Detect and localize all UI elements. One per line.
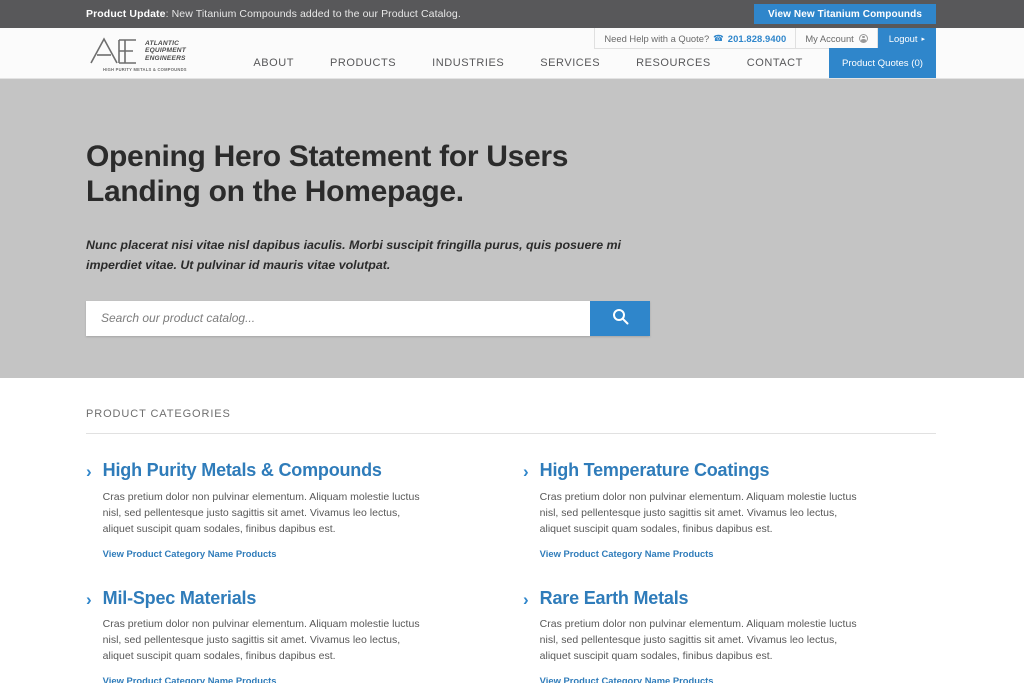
category-card[interactable]: › Mil-Spec Materials Cras pretium dolor … <box>86 588 499 683</box>
search-icon <box>612 308 629 328</box>
product-categories-section: PRODUCT CATEGORIES › High Purity Metals … <box>0 378 1024 683</box>
nav-item-resources[interactable]: RESOURCES <box>618 48 729 78</box>
category-body: Rare Earth Metals Cras pretium dolor non… <box>540 588 936 683</box>
logo-wordmark: ATLANTIC EQUIPMENT ENGINEERS <box>145 40 186 61</box>
category-view-products-link[interactable]: View Product Category Name Products <box>540 675 714 683</box>
logo-line-2: EQUIPMENT <box>145 47 186 55</box>
aee-monogram-icon <box>88 36 140 66</box>
category-description: Cras pretium dolor non pulvinar elementu… <box>539 490 857 535</box>
main-navigation: ABOUT PRODUCTS INDUSTRIES SERVICES RESOU… <box>235 48 936 78</box>
category-title[interactable]: High Temperature Coatings <box>540 460 936 481</box>
category-title[interactable]: Mil-Spec Materials <box>103 588 499 609</box>
my-account-link[interactable]: My Account <box>796 28 878 49</box>
product-search-form <box>86 300 650 336</box>
caret-right-icon: ▸ <box>921 35 925 43</box>
view-new-titanium-compounds-button[interactable]: View New Titanium Compounds <box>753 4 936 24</box>
announcement-label: Product Update <box>86 8 166 20</box>
category-card[interactable]: › High Purity Metals & Compounds Cras pr… <box>86 460 499 562</box>
category-body: High Purity Metals & Compounds Cras pret… <box>103 460 499 562</box>
logout-label: Logout <box>888 33 918 44</box>
search-button[interactable] <box>590 300 650 336</box>
hero-section: Opening Hero Statement for Users Landing… <box>0 79 1024 378</box>
chevron-right-icon: › <box>523 589 529 609</box>
category-view-products-link[interactable]: View Product Category Name Products <box>540 548 714 559</box>
nav-item-industries[interactable]: INDUSTRIES <box>414 48 522 78</box>
my-account-label: My Account <box>805 32 854 44</box>
announcement-text: Product Update: New Titanium Compounds a… <box>86 8 461 20</box>
search-input[interactable] <box>86 300 590 336</box>
nav-item-about[interactable]: ABOUT <box>235 48 312 78</box>
site-logo[interactable]: ATLANTIC EQUIPMENT ENGINEERS HIGH PURITY… <box>88 36 187 72</box>
category-title[interactable]: High Purity Metals & Compounds <box>103 460 499 481</box>
nav-item-services[interactable]: SERVICES <box>522 48 618 78</box>
category-view-products-link[interactable]: View Product Category Name Products <box>103 548 277 559</box>
hero-heading: Opening Hero Statement for Users Landing… <box>86 140 569 209</box>
category-view-products-link[interactable]: View Product Category Name Products <box>103 675 277 683</box>
category-body: High Temperature Coatings Cras pretium d… <box>540 460 936 562</box>
product-categories-grid: › High Purity Metals & Compounds Cras pr… <box>86 434 936 683</box>
category-card[interactable]: › High Temperature Coatings Cras pretium… <box>523 460 936 562</box>
category-body: Mil-Spec Materials Cras pretium dolor no… <box>103 588 499 683</box>
category-description: Cras pretium dolor non pulvinar elementu… <box>539 618 857 663</box>
logo-line-3: ENGINEERS <box>145 54 186 62</box>
logo-tagline: HIGH PURITY METALS & COMPOUNDS <box>103 67 187 72</box>
nav-item-contact[interactable]: CONTACT <box>729 48 821 78</box>
chevron-right-icon: › <box>86 589 92 609</box>
announcement-message: : New Titanium Compounds added to the ou… <box>165 8 461 20</box>
category-title[interactable]: Rare Earth Metals <box>540 588 936 609</box>
category-description: Cras pretium dolor non pulvinar elementu… <box>102 490 420 535</box>
product-categories-heading: PRODUCT CATEGORIES <box>86 408 936 434</box>
chevron-right-icon: › <box>86 462 92 481</box>
logo-line-1: ATLANTIC <box>145 40 180 48</box>
phone-number[interactable]: 201.828.9400 <box>728 33 787 44</box>
quote-help-link[interactable]: Need Help with a Quote? ☎ 201.828.9400 <box>594 28 797 49</box>
category-card[interactable]: › Rare Earth Metals Cras pretium dolor n… <box>523 588 936 683</box>
announcement-bar: Product Update: New Titanium Compounds a… <box>0 0 1024 28</box>
nav-item-products[interactable]: PRODUCTS <box>312 48 414 78</box>
category-description: Cras pretium dolor non pulvinar elementu… <box>102 618 420 663</box>
quote-help-label: Need Help with a Quote? <box>604 32 710 44</box>
logout-button[interactable]: Logout ▸ <box>877 28 936 49</box>
hero-subheading: Nunc placerat nisi vitae nisl dapibus ia… <box>86 237 621 272</box>
site-header: ATLANTIC EQUIPMENT ENGINEERS HIGH PURITY… <box>0 28 1024 79</box>
product-quotes-button[interactable]: Product Quotes (0) <box>828 48 936 78</box>
phone-icon: ☎ <box>713 32 724 43</box>
utility-bar: Need Help with a Quote? ☎ 201.828.9400 M… <box>594 28 936 49</box>
chevron-right-icon: › <box>523 462 529 481</box>
user-avatar-icon <box>858 33 868 43</box>
